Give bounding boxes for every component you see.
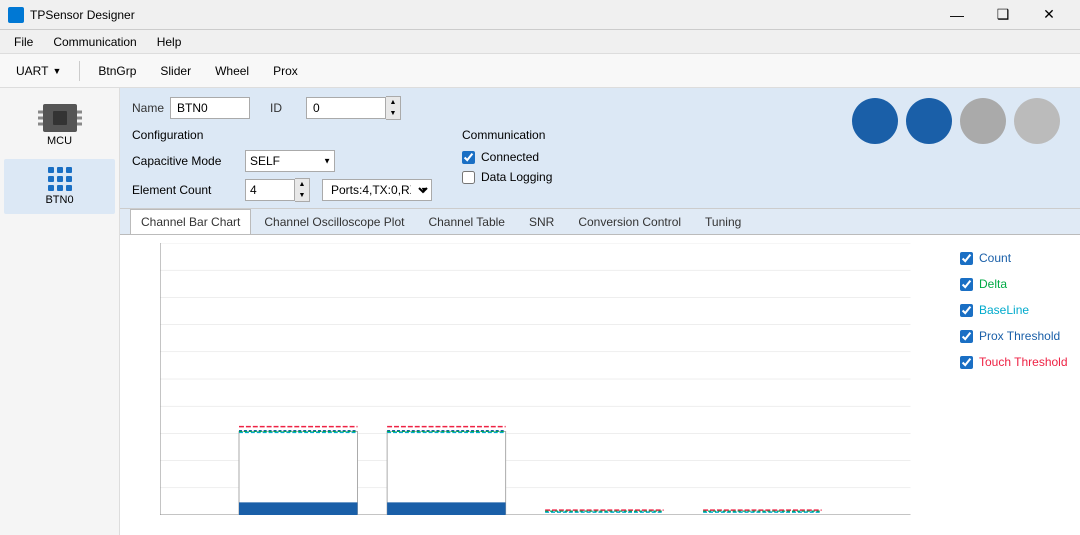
window-title: TPSensor Designer [30, 8, 135, 22]
connected-label: Connected [481, 150, 539, 164]
app-icon [8, 7, 24, 23]
sidebar-item-mcu[interactable]: MCU [4, 96, 115, 155]
element-count-up[interactable]: ▲ [295, 179, 309, 190]
chart-svg: 1,000 900 800 700 600 500 400 300 200 10… [160, 243, 950, 515]
mcu-icon [43, 104, 77, 132]
content: Name ID ▲ ▼ [120, 88, 1080, 535]
tab-channel-table[interactable]: Channel Table [417, 209, 516, 234]
config-section: Configuration Capacitive Mode SELF MUTUA… [132, 128, 432, 202]
menu-communication[interactable]: Communication [43, 33, 146, 51]
circles-area [832, 88, 1080, 154]
close-button[interactable]: ✕ [1026, 0, 1072, 30]
comm-title: Communication [462, 128, 552, 142]
minimize-button[interactable]: — [934, 0, 980, 30]
toolbar-uart[interactable]: UART ▼ [6, 60, 71, 82]
data-logging-row: Data Logging [462, 170, 552, 184]
element-count-spinner-btns: ▲ ▼ [295, 178, 310, 202]
cap-mode-row: Capacitive Mode SELF MUTUAL [132, 150, 432, 172]
id-spinner-down[interactable]: ▼ [386, 108, 400, 119]
circle-2 [906, 98, 952, 144]
sidebar-btn0-label: BTN0 [45, 194, 73, 206]
comm-section: Communication Connected Data Logging [462, 128, 552, 202]
uart-dropdown-icon[interactable]: ▼ [52, 66, 61, 76]
legend-prox-thresh-checkbox[interactable] [960, 330, 973, 343]
data-logging-label: Data Logging [481, 170, 552, 184]
tab-oscilloscope[interactable]: Channel Oscilloscope Plot [253, 209, 415, 234]
titlebar-left: TPSensor Designer [8, 7, 135, 23]
element-count-down[interactable]: ▼ [295, 190, 309, 201]
toolbar: UART ▼ BtnGrp Slider Wheel Prox [0, 54, 1080, 88]
legend-baseline-label: BaseLine [979, 303, 1029, 317]
cap-mode-select[interactable]: SELF MUTUAL [245, 150, 335, 172]
toolbar-btngrp[interactable]: BtnGrp [88, 60, 146, 82]
sidebar-item-btn0[interactable]: BTN0 [4, 159, 115, 214]
menubar: File Communication Help [0, 30, 1080, 54]
id-field-group: ID ▲ ▼ [270, 96, 401, 120]
toolbar-prox[interactable]: Prox [263, 60, 308, 82]
legend-count-label: Count [979, 251, 1011, 265]
connected-checkbox[interactable] [462, 151, 475, 164]
element-count-label: Element Count [132, 183, 237, 197]
chart-legend: Count Delta BaseLine Prox Threshold Touc… [950, 235, 1080, 535]
name-label: Name [132, 101, 164, 115]
tab-snr[interactable]: SNR [518, 209, 565, 234]
btn0-icon [48, 167, 72, 191]
tabs: Channel Bar Chart Channel Oscilloscope P… [120, 209, 1080, 235]
name-input[interactable] [170, 97, 250, 119]
id-input[interactable] [306, 97, 386, 119]
id-label: ID [270, 101, 300, 115]
titlebar: TPSensor Designer — ❑ ✕ [0, 0, 1080, 30]
restore-button[interactable]: ❑ [980, 0, 1026, 30]
id-spinner-up[interactable]: ▲ [386, 97, 400, 108]
legend-count-checkbox[interactable] [960, 252, 973, 265]
element-count-row: Element Count ▲ ▼ Ports:4,TX:0,RX [132, 178, 432, 202]
legend-delta-label: Delta [979, 277, 1007, 291]
uart-label: UART [16, 64, 48, 78]
tab-conversion-control[interactable]: Conversion Control [567, 209, 692, 234]
toolbar-slider[interactable]: Slider [150, 60, 201, 82]
ports-select[interactable]: Ports:4,TX:0,RX:4 [322, 179, 432, 201]
toolbar-wheel[interactable]: Wheel [205, 60, 259, 82]
connected-row: Connected [462, 150, 552, 164]
legend-count: Count [960, 251, 1070, 265]
element-count-spinner: ▲ ▼ [245, 178, 310, 202]
element-count-input[interactable] [245, 179, 295, 201]
cap-mode-label: Capacitive Mode [132, 154, 237, 168]
chart-container: 1,000 900 800 700 600 500 400 300 200 10… [120, 235, 1080, 535]
legend-delta-checkbox[interactable] [960, 278, 973, 291]
circle-1 [852, 98, 898, 144]
name-field-group: Name [132, 97, 250, 119]
menu-help[interactable]: Help [147, 33, 192, 51]
legend-touch-thresh-label: Touch Threshold [979, 355, 1068, 369]
legend-prox-thresh: Prox Threshold [960, 329, 1070, 343]
legend-touch-thresh: Touch Threshold [960, 355, 1070, 369]
legend-baseline-checkbox[interactable] [960, 304, 973, 317]
cap-mode-select-wrapper: SELF MUTUAL [245, 150, 335, 172]
header-panel-container: Name ID ▲ ▼ [120, 88, 1080, 209]
sidebar: MCU BTN0 [0, 88, 120, 535]
circle-4 [1014, 98, 1060, 144]
sidebar-mcu-label: MCU [47, 135, 72, 147]
config-title: Configuration [132, 128, 432, 142]
main: MCU BTN0 Name [0, 88, 1080, 535]
ports-select-wrapper: Ports:4,TX:0,RX:4 [322, 179, 432, 201]
legend-delta: Delta [960, 277, 1070, 291]
legend-prox-thresh-label: Prox Threshold [979, 329, 1060, 343]
menu-file[interactable]: File [4, 33, 43, 51]
data-logging-checkbox[interactable] [462, 171, 475, 184]
chart-area: 1,000 900 800 700 600 500 400 300 200 10… [120, 235, 950, 535]
titlebar-controls: — ❑ ✕ [934, 0, 1072, 30]
tab-tuning[interactable]: Tuning [694, 209, 752, 234]
circle-3 [960, 98, 1006, 144]
tab-bar-chart[interactable]: Channel Bar Chart [130, 209, 251, 234]
legend-touch-thresh-checkbox[interactable] [960, 356, 973, 369]
legend-baseline: BaseLine [960, 303, 1070, 317]
toolbar-sep-1 [79, 61, 80, 81]
